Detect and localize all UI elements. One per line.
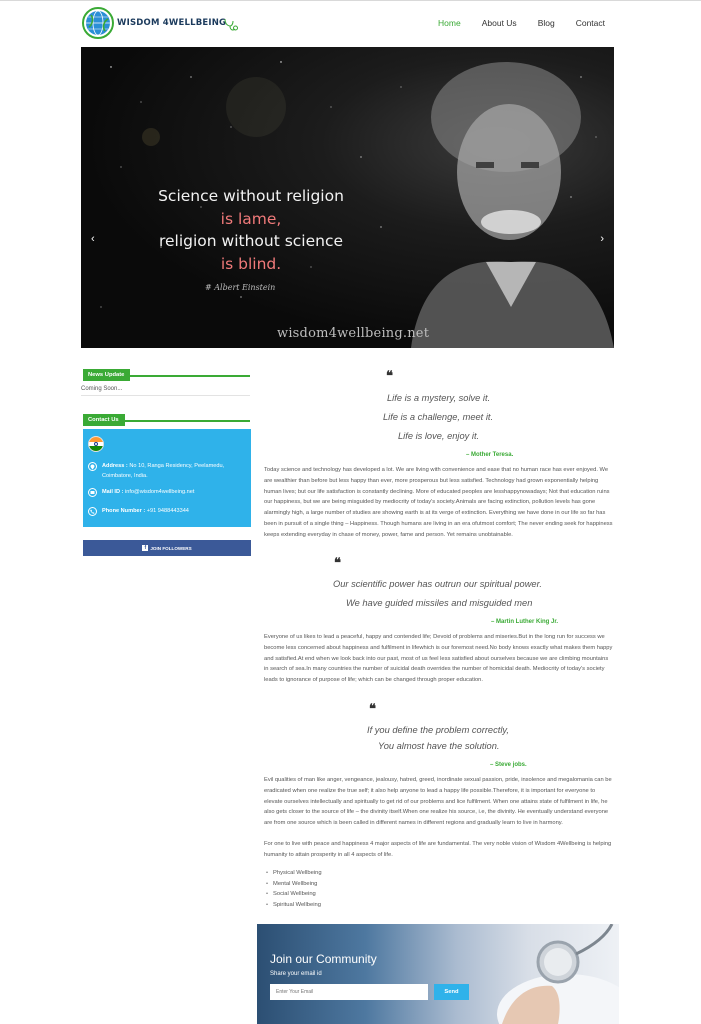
quote-1-line-2: Life is a challenge, meet it. xyxy=(383,412,494,422)
india-flag-icon xyxy=(88,436,104,452)
hero-attribution: # Albert Einstein xyxy=(205,283,276,292)
hero-quote-line-4: is blind. xyxy=(220,254,282,273)
paragraph-4: For one to live with peace and happiness… xyxy=(264,841,612,858)
list-item: Social Wellbeing xyxy=(266,889,322,900)
hero-quote: Science without religion is lame, religi… xyxy=(121,185,381,275)
hero-quote-line-3: religion without science xyxy=(158,232,344,250)
stethoscope-icon xyxy=(224,18,239,31)
email-input[interactable] xyxy=(270,984,428,1000)
doctor-stethoscope-image xyxy=(497,924,619,1024)
list-item: Spiritual Wellbeing xyxy=(266,900,322,911)
quote-mark-icon: ❝ xyxy=(369,702,376,717)
nav-blog[interactable]: Blog xyxy=(538,18,555,28)
phone-value[interactable]: +91 9488443344 xyxy=(147,508,189,514)
news-update-text: Coming Soon... xyxy=(81,386,123,392)
hero-slider: ‹ › Science without religion is lame, re… xyxy=(81,47,614,348)
list-item: Physical Wellbeing xyxy=(266,868,322,879)
paragraph-3: Evil qualities of man like anger, vengea… xyxy=(264,777,612,827)
quote-1-line-1: Life is a mystery, solve it. xyxy=(387,393,491,403)
nav-about-us[interactable]: About Us xyxy=(482,18,517,28)
list-item: Mental Wellbeing xyxy=(266,879,322,890)
quote-2-line-2: We have guided missiles and misguided me… xyxy=(346,598,533,608)
phone-label: Phone Number : xyxy=(102,508,146,514)
contact-us-header: Contact Us xyxy=(83,408,250,426)
quote-1-author: – Mother Teresa. xyxy=(466,452,514,458)
slider-next-arrow[interactable]: › xyxy=(600,233,604,245)
phone-row: Phone Number : +91 9488443344 xyxy=(88,507,189,517)
nav-home[interactable]: Home xyxy=(438,18,461,28)
nav-contact[interactable]: Contact xyxy=(576,18,605,28)
quote-2-author: – Martin Luther King Jr. xyxy=(491,619,559,625)
quote-3-author: – Steve jobs. xyxy=(490,762,527,768)
address-label: Address : xyxy=(102,463,128,469)
phone-icon xyxy=(88,507,97,516)
contact-info-box: Address : No 10, Ranga Residency, Peelam… xyxy=(83,429,251,527)
hero-quote-line-1: Science without religion xyxy=(158,187,344,205)
community-title: Join our Community xyxy=(270,952,377,966)
join-followers-label: JOIN FOLLOWERS xyxy=(150,545,192,551)
facebook-icon: f xyxy=(142,545,149,551)
quote-1-line-3: Life is love, enjoy it. xyxy=(398,431,480,441)
main-nav: Home About Us Blog Contact xyxy=(417,18,605,28)
aspects-list: Physical Wellbeing Mental Wellbeing Soci… xyxy=(266,868,322,911)
quote-mark-icon: ❝ xyxy=(334,556,341,571)
paragraph-1: Today science and technology has develop… xyxy=(264,467,613,538)
quote-3-line-1: If you define the problem correctly, xyxy=(367,725,509,735)
mail-row: Mail ID : info@wisdom4wellbeing.net xyxy=(88,488,194,498)
send-button[interactable]: Send xyxy=(434,984,469,1000)
news-update-title: News Update xyxy=(83,369,131,381)
hero-quote-line-2: is lame, xyxy=(220,209,282,228)
site-logo[interactable]: WISDOM 4WELLBEING xyxy=(82,7,239,39)
community-subtitle: Share your email id xyxy=(270,971,322,977)
globe-logo-icon xyxy=(82,7,114,39)
address-row: Address : No 10, Ranga Residency, Peelam… xyxy=(88,462,242,481)
site-header: WISDOM 4WELLBEING Home About Us Blog Con… xyxy=(0,1,701,47)
quote-2-line-1: Our scientific power has outrun our spir… xyxy=(333,579,542,589)
join-community-banner: Join our Community Share your email id S… xyxy=(257,924,619,1024)
news-update-header: News Update xyxy=(83,363,250,381)
mail-value[interactable]: info@wisdom4wellbeing.net xyxy=(125,489,194,495)
contact-us-title: Contact Us xyxy=(83,414,125,426)
mail-label: Mail ID : xyxy=(102,489,124,495)
news-divider xyxy=(81,395,250,396)
slider-prev-arrow[interactable]: ‹ xyxy=(91,233,95,245)
paragraph-2: Everyone of us likes to lead a peaceful,… xyxy=(264,634,613,684)
quote-3-line-2: You almost have the solution. xyxy=(378,741,500,751)
hero-watermark: wisdom4wellbeing.net xyxy=(277,326,430,341)
quote-mark-icon: ❝ xyxy=(386,369,393,384)
join-followers-button[interactable]: f JOIN FOLLOWERS xyxy=(83,540,251,556)
brand-name: WISDOM 4WELLBEING xyxy=(117,18,227,28)
mail-icon xyxy=(88,488,97,497)
location-pin-icon xyxy=(88,462,97,471)
